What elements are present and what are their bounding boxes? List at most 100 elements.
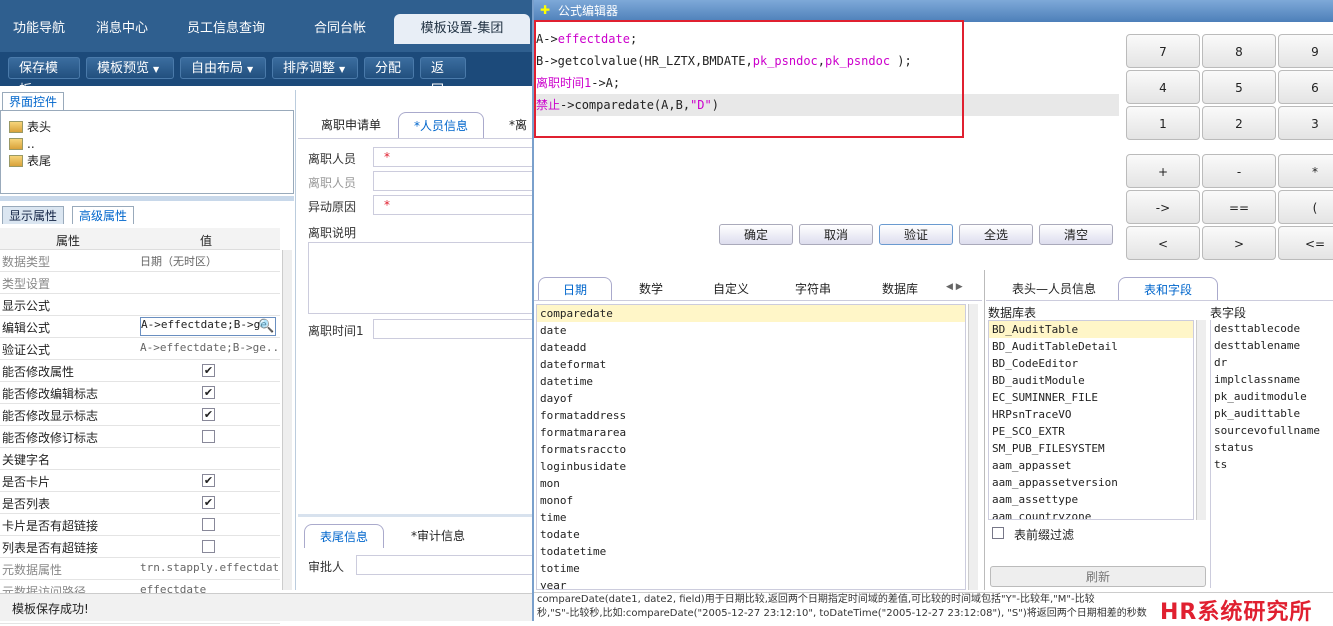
func-tab-2[interactable]: 自定义 [694, 277, 768, 301]
db-table-item[interactable]: aam_assettype [989, 491, 1193, 508]
prop-row[interactable]: 验证公式 A->effectdate;B->ge... [0, 338, 280, 360]
function-scrollbar[interactable] [968, 304, 978, 590]
function-item[interactable]: todate [537, 526, 965, 543]
table-field-item[interactable]: sourcevofullname [1211, 422, 1333, 439]
keypad-key[interactable]: 1 [1126, 106, 1200, 140]
keypad-key[interactable]: 7 [1126, 34, 1200, 68]
func-tab-0[interactable]: 日期 [538, 277, 612, 301]
tab-ui-controls[interactable]: 界面控件 [2, 92, 65, 110]
function-item[interactable]: formatmararea [537, 424, 965, 441]
function-item[interactable]: formataddress [537, 407, 965, 424]
keypad-key[interactable]: 6 [1278, 70, 1333, 104]
prop-row[interactable]: 能否修改显示标志 ✔ [0, 404, 280, 426]
checkbox[interactable]: ✔ [202, 474, 215, 487]
keypad-key[interactable]: -> [1126, 190, 1200, 224]
db-scrollbar[interactable] [1196, 320, 1206, 520]
function-item[interactable]: totime [537, 560, 965, 577]
keypad-key[interactable]: > [1202, 226, 1276, 260]
db-table-item[interactable]: SM_PUB_FILESYSTEM [989, 440, 1193, 457]
toolbar-button-2[interactable]: 自由布局 ▼ [180, 57, 266, 79]
field-input[interactable] [308, 242, 533, 314]
bottom-tab-1[interactable]: *审计信息 [398, 524, 478, 548]
tree-node[interactable]: 表头 [9, 119, 51, 135]
db-table-item[interactable]: aam_appasset [989, 457, 1193, 474]
checkbox[interactable] [202, 430, 215, 443]
tab-prop-1[interactable]: 高级属性 [72, 206, 135, 224]
refresh-button[interactable]: 刷新 [990, 566, 1206, 587]
nav-tab-1[interactable]: 消息中心 [78, 14, 166, 44]
keypad-key[interactable]: 4 [1126, 70, 1200, 104]
keypad-key[interactable]: 3 [1278, 106, 1333, 140]
db-table-item[interactable]: HRPsnTraceVO [989, 406, 1193, 423]
function-item[interactable]: mon [537, 475, 965, 492]
prop-row[interactable]: 数据类型 日期（无时区） [0, 250, 280, 272]
toolbar-button-3[interactable]: 排序调整 ▼ [272, 57, 358, 79]
keypad-key[interactable]: ( [1278, 190, 1333, 224]
table-field-item[interactable]: desttablename [1211, 337, 1333, 354]
keypad-key[interactable]: == [1202, 190, 1276, 224]
function-item[interactable]: dateadd [537, 339, 965, 356]
checkbox[interactable]: ✔ [202, 408, 215, 421]
function-item[interactable]: loginbusidate [537, 458, 965, 475]
table-field-item[interactable]: pk_auditmodule [1211, 388, 1333, 405]
prop-row[interactable]: 元数据属性 trn.stapply.effectdate [0, 558, 280, 580]
db-table-item[interactable]: BD_CodeEditor [989, 355, 1193, 372]
field-input[interactable] [373, 319, 533, 339]
prop-row[interactable]: 能否修改属性 ✔ [0, 360, 280, 382]
prop-row[interactable]: 显示公式 [0, 294, 280, 316]
prop-row[interactable]: 关键字名 [0, 448, 280, 470]
tab-prop-0[interactable]: 显示属性 [2, 206, 65, 224]
checkbox[interactable]: ✔ [202, 496, 215, 509]
function-item[interactable]: datetime [537, 373, 965, 390]
checkbox[interactable]: ✔ [202, 386, 215, 399]
splitter[interactable] [0, 196, 294, 201]
prop-row[interactable]: 是否卡片 ✔ [0, 470, 280, 492]
keypad-key[interactable]: 8 [1202, 34, 1276, 68]
keypad-key[interactable]: * [1278, 154, 1333, 188]
keypad-key[interactable]: 5 [1202, 70, 1276, 104]
db-table-item[interactable]: BD_AuditTable [989, 321, 1193, 338]
function-item[interactable]: monof [537, 492, 965, 509]
keypad-key[interactable]: + [1126, 154, 1200, 188]
search-icon[interactable]: 🔍 [258, 319, 274, 334]
keypad-key[interactable]: - [1202, 154, 1276, 188]
table-field-item[interactable]: desttablecode [1211, 320, 1333, 337]
field-input[interactable] [373, 171, 533, 191]
db-table-item[interactable]: aam_appassetversion [989, 474, 1193, 491]
prop-value[interactable]: A->effectdate;B->ge [140, 317, 276, 336]
prop-row[interactable]: 卡片是否有超链接 [0, 514, 280, 536]
prop-row[interactable]: 类型设置 [0, 272, 280, 294]
field-input[interactable]: * [373, 147, 533, 167]
keypad-key[interactable]: 9 [1278, 34, 1333, 68]
bottom-tab-0[interactable]: 表尾信息 [304, 524, 384, 548]
prop-row[interactable]: 列表是否有超链接 [0, 536, 280, 558]
keypad-key[interactable]: < [1126, 226, 1200, 260]
func-tab-4[interactable]: 数据库 [858, 277, 942, 301]
function-item[interactable]: time [537, 509, 965, 526]
function-item[interactable]: year [537, 577, 965, 589]
prop-scrollbar[interactable] [282, 250, 292, 590]
mid-tab-1[interactable]: *人员信息 [398, 112, 484, 138]
function-item[interactable]: todatetime [537, 543, 965, 560]
dialog-button-4[interactable]: 清空 [1039, 224, 1113, 245]
function-item[interactable]: dayof [537, 390, 965, 407]
keypad-key[interactable]: 2 [1202, 106, 1276, 140]
checkbox[interactable] [202, 518, 215, 531]
nav-tab-2[interactable]: 员工信息查询 [166, 14, 286, 44]
tree-node[interactable]: 表尾 [9, 153, 51, 169]
toolbar-button-5[interactable]: 返回 [420, 57, 466, 98]
prop-row[interactable]: 能否修改编辑标志 ✔ [0, 382, 280, 404]
toolbar-button-0[interactable]: 保存模板 [8, 57, 80, 98]
checkbox[interactable]: ✔ [202, 364, 215, 377]
db-table-item[interactable]: BD_auditModule [989, 372, 1193, 389]
nav-tab-4[interactable]: 模板设置-集团 [394, 14, 530, 44]
db-table-item[interactable]: EC_SUMINNER_FILE [989, 389, 1193, 406]
function-item[interactable]: comparedate [537, 305, 965, 322]
func-tab-1[interactable]: 数学 [616, 277, 686, 301]
field-tab-1[interactable]: 表和字段 [1118, 277, 1218, 301]
table-field-item[interactable]: dr [1211, 354, 1333, 371]
table-field-item[interactable]: status [1211, 439, 1333, 456]
prefix-filter-checkbox[interactable] [992, 527, 1004, 539]
table-field-item[interactable]: pk_audittable [1211, 405, 1333, 422]
db-table-item[interactable]: PE_SCO_EXTR [989, 423, 1193, 440]
